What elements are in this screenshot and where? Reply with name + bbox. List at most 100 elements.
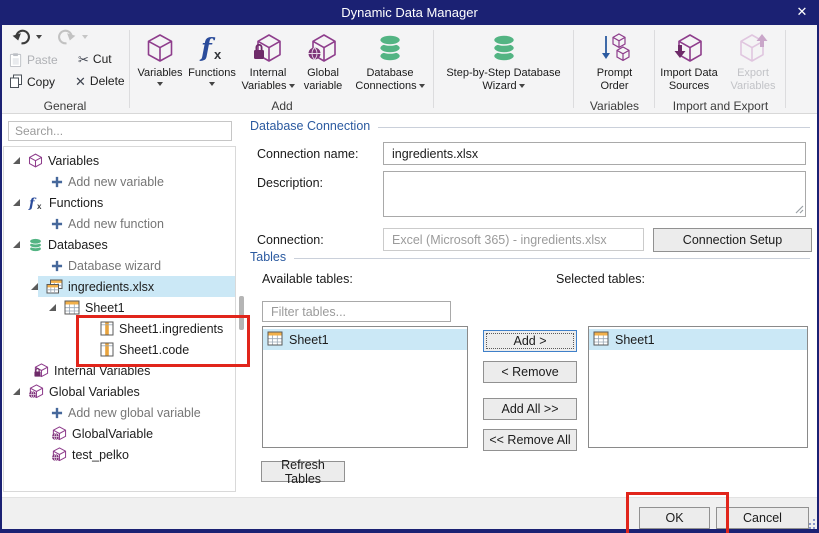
globe-cube-icon [307,30,339,64]
internal-variables-line2: Variables [241,80,286,92]
delete-button[interactable]: ✕ Delete [75,74,125,88]
textarea-resize-grip-icon[interactable] [795,205,804,214]
group-separator [573,30,574,108]
group-separator [654,30,655,108]
list-item-label: Sheet1 [615,333,655,347]
fx-icon: fx [28,195,44,211]
window-title: Dynamic Data Manager [341,5,478,20]
selected-tables-list[interactable]: Sheet1 [588,326,808,448]
cube-lock-icon [33,363,49,378]
remove-all-tables-button[interactable]: << Remove All [483,429,577,451]
plus-icon [51,260,63,272]
copy-icon [9,74,23,89]
tree-item-label: Variables [48,154,99,168]
expander-icon[interactable] [12,387,23,396]
function-fx-icon: f x [196,30,228,64]
global-variable-line2: variable [304,80,343,92]
expander-icon[interactable] [12,240,23,249]
database-connections-line1: Database [366,67,413,79]
dropdown-caret-icon [289,84,295,88]
add-table-button[interactable]: Add > [483,330,577,352]
available-tables-label: Available tables: [262,272,353,286]
dropdown-caret-icon [519,84,525,88]
internal-variables-line1: Internal [250,67,287,79]
window-border [0,0,2,533]
tree-item-label: Database wizard [68,259,161,273]
cancel-button[interactable]: Cancel [716,507,809,529]
add-all-tables-button[interactable]: Add All >> [483,398,577,420]
header-rule [294,258,810,259]
close-button[interactable]: ✕ [793,3,811,21]
tree-item-label: Add new variable [68,175,164,189]
tree-item-functions[interactable]: fx Functions [4,192,235,213]
expander-icon[interactable] [48,303,59,312]
list-item-sheet1[interactable]: Sheet1 [589,329,807,350]
svg-text:x: x [37,202,42,211]
group-separator [785,30,786,108]
description-textarea[interactable] [383,171,806,217]
prompt-order-line1: Prompt [597,67,632,79]
tree-item-databases[interactable]: Databases [4,234,235,255]
refresh-tables-button[interactable]: Refresh Tables [261,461,345,482]
tree-item-test-pelko[interactable]: test_pelko [4,444,235,465]
tree-item-globalvariable[interactable]: GlobalVariable [4,423,235,444]
tree-item-label: Functions [49,196,103,210]
functions-label: Functions [188,67,236,80]
tree-item-ingredients-xlsx[interactable]: ingredients.xlsx [4,276,235,297]
svg-text:x: x [214,47,222,62]
tree-item-label: GlobalVariable [72,427,153,441]
tree-item-label: test_pelko [72,448,129,462]
tree-item-label: Global Variables [49,385,140,399]
tree-item-add-new-variable[interactable]: Add new variable [4,171,235,192]
import-data-sources-label: Import Data Sources [660,67,717,93]
database-stack-icon [374,30,406,64]
header-rule [378,127,810,128]
connection-setup-button[interactable]: Connection Setup [653,228,812,252]
cut-icon: ✂ [78,53,89,66]
annotation-box-tree-fields [76,315,250,367]
paste-label: Paste [27,53,58,67]
tree-item-label: Add new function [68,217,164,231]
filter-tables-input[interactable] [262,301,451,322]
tables-header: Tables [250,250,810,264]
expander-icon[interactable] [12,156,23,165]
tree-item-variables[interactable]: Variables [4,150,235,171]
titlebar: Dynamic Data Manager ✕ [0,0,819,25]
import-line2: Sources [669,80,709,92]
cube-globe-icon [51,426,67,441]
paste-button[interactable]: Paste [9,52,58,68]
connection-name-label: Connection name: [257,147,358,161]
connection-string-input [383,228,644,251]
remove-table-button[interactable]: < Remove [483,361,577,383]
step-by-step-database-wizard-button[interactable]: Step-by-Step Database Wizard [435,28,572,118]
group-label-general: General [2,99,128,113]
expander-icon[interactable] [12,198,23,207]
tree-item-database-wizard[interactable]: Database wizard [4,255,235,276]
undo-button[interactable] [12,29,42,45]
group-separator [433,30,434,108]
plus-icon [51,176,63,188]
dropdown-caret-icon [419,84,425,88]
ribbon: Paste ✂ Cut Copy ✕ Delete General Variab… [0,25,819,114]
redo-icon [58,29,76,45]
selected-tables-label: Selected tables: [556,272,645,286]
list-item-label: Sheet1 [289,333,329,347]
expander-icon[interactable] [30,282,41,291]
tree-item-add-new-global-variable[interactable]: Add new global variable [4,402,235,423]
tree-item-add-new-function[interactable]: Add new function [4,213,235,234]
search-input[interactable] [8,121,232,141]
table-icon [64,300,80,315]
cut-button[interactable]: ✂ Cut [78,52,112,66]
list-item-sheet1[interactable]: Sheet1 [263,329,467,350]
tables-header-label: Tables [250,250,286,264]
copy-button[interactable]: Copy [9,74,55,89]
available-tables-list[interactable]: Sheet1 [262,326,468,448]
database-icon [28,237,43,253]
plus-icon [51,407,63,419]
redo-button[interactable] [58,29,88,45]
locked-cube-icon [252,30,284,64]
connection-name-input[interactable] [383,142,806,165]
prompt-order-label: Prompt Order [597,67,632,93]
tree-item-global-variables[interactable]: Global Variables [4,381,235,402]
database-connections-label: Database Connections [355,67,424,93]
